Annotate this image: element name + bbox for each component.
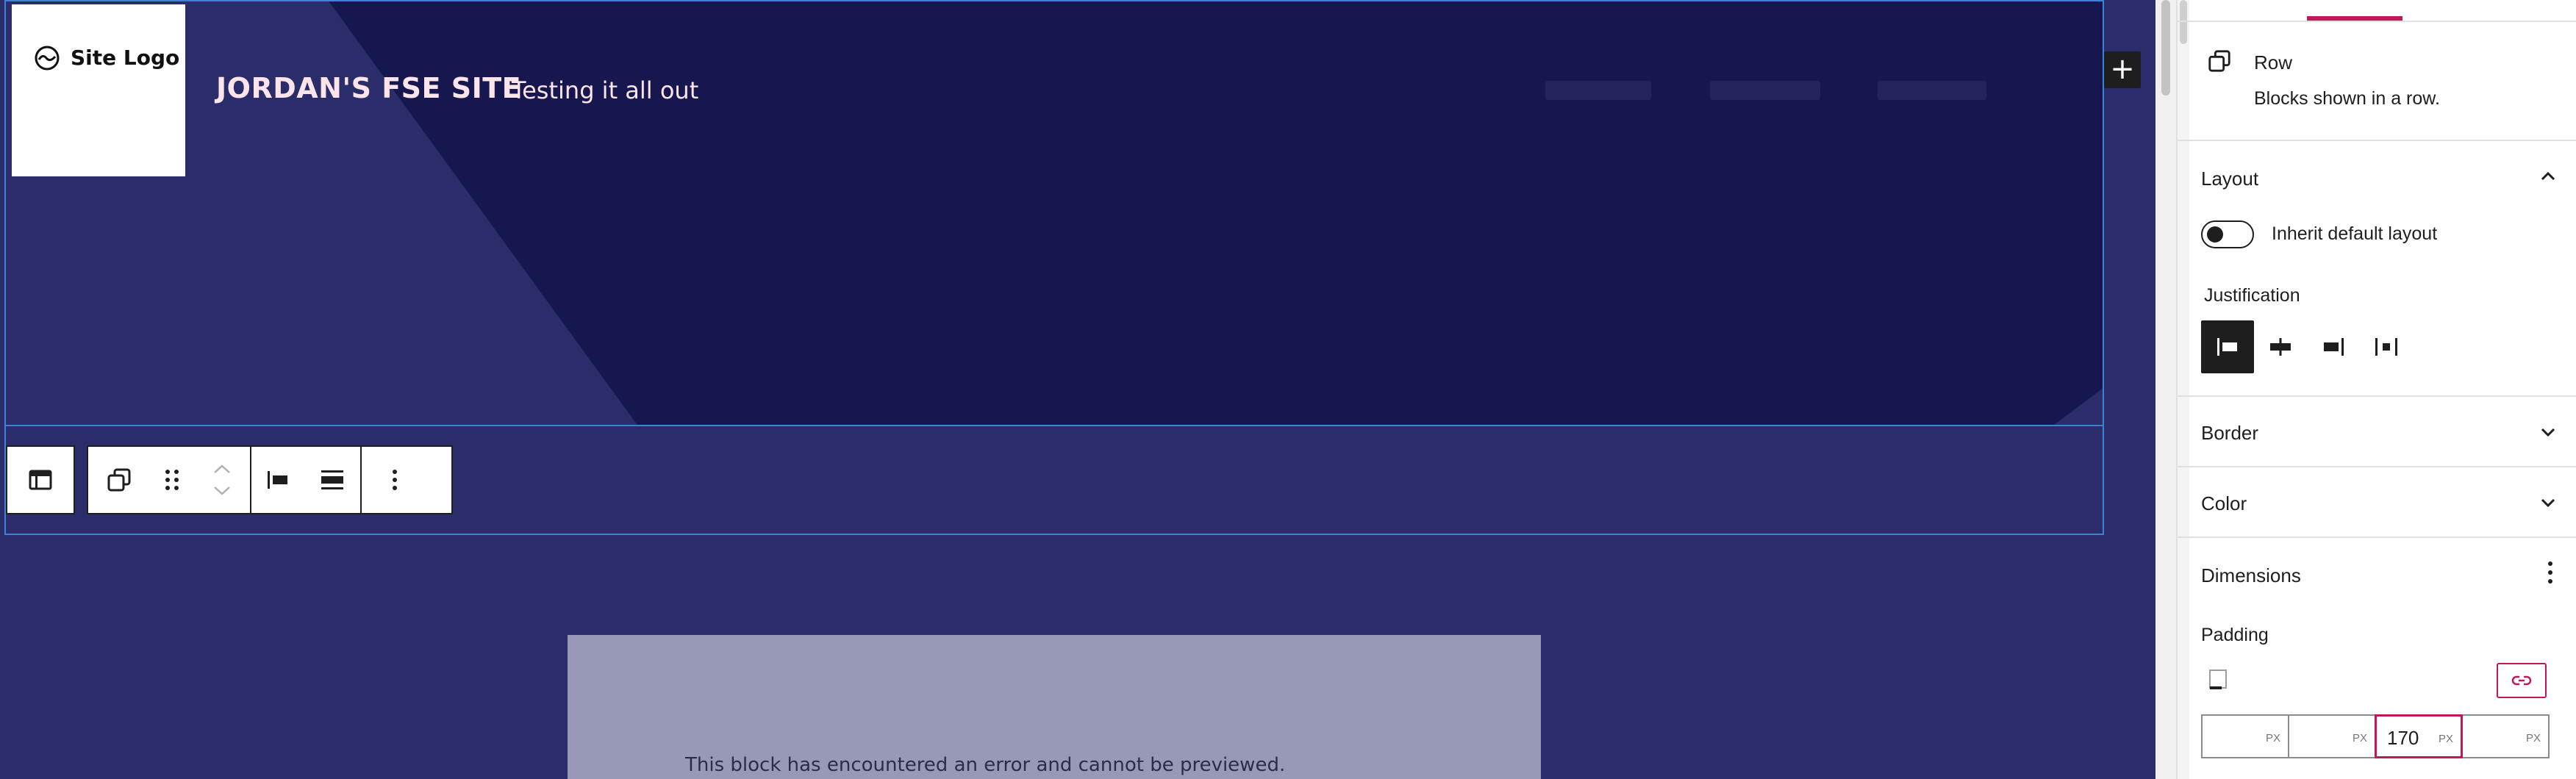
dimensions-panel: Dimensions Padding PX PX 170 PX PX — [2178, 538, 2576, 779]
padding-unit[interactable]: PX — [2353, 732, 2367, 744]
site-tagline[interactable]: Testing it all out — [512, 76, 698, 104]
row-block-icon — [2208, 50, 2230, 72]
block-card: Row Blocks shown in a row. — [2178, 22, 2576, 141]
block-type-icon — [29, 470, 52, 490]
transform-icon — [107, 468, 131, 492]
navigation-item-placeholder[interactable] — [1878, 81, 1986, 100]
toggle-knob — [2207, 226, 2223, 243]
dimensions-panel-title[interactable]: Dimensions — [2201, 564, 2301, 587]
block-card-description: Blocks shown in a row. — [2254, 88, 2440, 109]
justification-label: Justification — [2204, 285, 2300, 306]
settings-sidebar: Row Blocks shown in a row. Layout Inheri… — [2176, 0, 2576, 779]
chevron-down-icon — [2541, 498, 2555, 508]
tab-block-active-indicator[interactable] — [2307, 16, 2403, 21]
editor-canvas: Site Logo JORDAN'S FSE SITE Testing it a… — [0, 0, 2155, 779]
vertical-align-button[interactable] — [304, 447, 360, 513]
chevron-down-icon — [2541, 428, 2555, 437]
padding-bottom-input[interactable]: 170 PX — [2375, 714, 2463, 758]
unlink-sides-button[interactable] — [2497, 663, 2547, 698]
block-toolbar — [87, 445, 453, 514]
layout-panel-title[interactable]: Layout — [2201, 168, 2258, 190]
inherit-layout-label: Inherit default layout — [2272, 223, 2438, 244]
padding-label: Padding — [2201, 625, 2269, 645]
justify-left-button[interactable] — [2201, 320, 2254, 373]
navigation-item-placeholder[interactable] — [1545, 81, 1651, 100]
padding-top-input[interactable]: PX — [2201, 714, 2289, 758]
block-inserter-button[interactable]: + — [2104, 51, 2141, 88]
color-panel-toggle[interactable]: Color — [2178, 467, 2576, 538]
vertical-align-icon — [321, 470, 343, 489]
justify-right-icon — [2324, 338, 2344, 356]
padding-left-input[interactable]: PX — [2461, 714, 2550, 758]
layout-panel: Layout Inherit default layout Justificat… — [2178, 141, 2576, 397]
move-up-icon[interactable] — [212, 462, 232, 475]
padding-unit[interactable]: PX — [2439, 733, 2453, 745]
padding-unit[interactable]: PX — [2266, 732, 2280, 744]
more-options-icon — [393, 470, 397, 490]
justify-space-between-button[interactable] — [2360, 320, 2413, 373]
site-logo[interactable]: Site Logo — [12, 4, 185, 176]
unlink-icon — [2511, 675, 2532, 686]
drag-handle-icon — [165, 470, 179, 490]
transform-button[interactable] — [88, 447, 150, 513]
site-title[interactable]: JORDAN'S FSE SITE — [216, 72, 521, 104]
justify-left-button[interactable] — [251, 447, 304, 513]
padding-unit[interactable]: PX — [2526, 732, 2541, 744]
move-down-icon[interactable] — [212, 484, 232, 498]
header-decorative-shape — [6, 1, 2103, 425]
chevron-up-icon[interactable] — [2538, 166, 2558, 187]
justify-left-icon — [2217, 338, 2237, 356]
navigation-item-placeholder[interactable] — [1710, 81, 1820, 100]
block-type-toolbar — [6, 445, 75, 514]
move-buttons[interactable] — [194, 447, 250, 513]
block-type-button[interactable] — [7, 447, 74, 513]
error-block-preview[interactable]: This block has encountered an error and … — [568, 635, 1541, 779]
border-panel-toggle[interactable]: Border — [2178, 397, 2576, 467]
padding-bottom-value: 170 — [2387, 727, 2419, 749]
site-logo-label: Site Logo — [71, 46, 180, 70]
header-block[interactable]: Site Logo JORDAN'S FSE SITE Testing it a… — [4, 0, 2104, 426]
padding-right-input[interactable]: PX — [2288, 714, 2376, 758]
more-options-button[interactable] — [362, 447, 428, 513]
dimensions-options-icon[interactable] — [2547, 560, 2554, 585]
drag-handle[interactable] — [150, 447, 194, 513]
justify-right-button[interactable] — [2307, 320, 2360, 373]
justify-center-icon — [2270, 338, 2291, 356]
justify-left-icon — [268, 471, 287, 489]
justify-space-between-icon — [2375, 338, 2397, 356]
site-logo-icon — [35, 46, 60, 71]
box-sides-icon — [2209, 669, 2227, 689]
block-card-title: Row — [2254, 51, 2293, 73]
color-panel-title: Color — [2201, 492, 2247, 514]
justify-center-button[interactable] — [2254, 320, 2307, 373]
error-message: This block has encountered an error and … — [685, 754, 1286, 776]
border-panel-title: Border — [2201, 422, 2259, 444]
inherit-layout-toggle[interactable] — [2201, 220, 2254, 248]
canvas-scrollbar[interactable] — [2155, 0, 2176, 779]
canvas-scrollbar-thumb[interactable] — [2161, 0, 2170, 96]
